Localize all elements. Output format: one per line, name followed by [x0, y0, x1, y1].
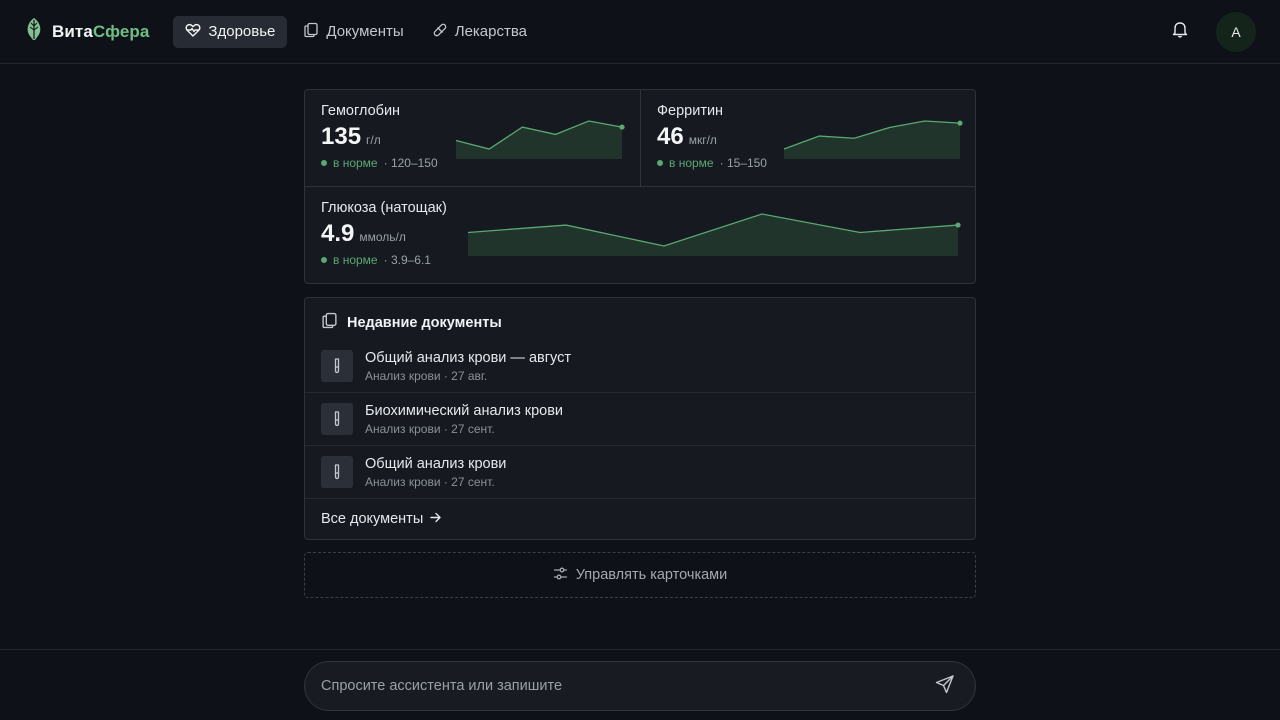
send-button[interactable]: [931, 672, 959, 700]
metric-range: · 3.9–6.1: [383, 253, 431, 267]
arrow-right-icon: [429, 511, 442, 528]
document-meta: Анализ крови · 27 авг.: [365, 368, 488, 383]
assistant-input[interactable]: [321, 678, 931, 694]
sparkline-hemoglobin: [455, 120, 625, 159]
metric-range: · 15–150: [719, 156, 767, 170]
main-nav: Здоровье Документы Лекарства: [173, 15, 539, 48]
nav-medications[interactable]: Лекарства: [420, 16, 539, 48]
metric-unit: г/л: [366, 133, 381, 147]
status-dot: [321, 257, 327, 263]
document-item[interactable]: Общий анализ крови — август Анализ крови…: [305, 340, 975, 393]
metric-value: 135: [321, 123, 362, 150]
recent-documents-card: Недавние документы Общий анализ крови — …: [304, 297, 976, 540]
metrics-row: Гемоглобин 135 г/л в норме · 120–150 Фер…: [305, 90, 975, 187]
send-icon: [935, 674, 955, 699]
sliders-icon: [553, 566, 568, 585]
nav-documents-label: Документы: [326, 23, 404, 40]
document-item[interactable]: Биохимический анализ крови Анализ крови …: [305, 393, 975, 446]
metric-status: в норме: [669, 156, 714, 170]
logo[interactable]: ВитаСфера: [24, 17, 149, 46]
all-documents-link[interactable]: Все документы: [305, 499, 975, 539]
metric-status: в норме: [333, 253, 378, 267]
document-meta: Анализ крови · 27 сент.: [365, 474, 495, 489]
nav-health[interactable]: Здоровье: [173, 15, 288, 48]
metric-hemoglobin[interactable]: Гемоглобин 135 г/л в норме · 120–150: [305, 90, 640, 186]
document-name: Общий анализ крови — август: [365, 349, 571, 366]
document-meta: Анализ крови · 27 сент.: [365, 421, 495, 436]
avatar[interactable]: А: [1216, 11, 1256, 52]
metric-status: в норме: [333, 156, 378, 170]
recent-documents-title: Недавние документы: [347, 315, 502, 331]
leaf-icon: [24, 17, 44, 46]
test-tube-icon: [321, 456, 353, 488]
metric-name: Ферритин: [657, 103, 724, 119]
status-dot: [657, 160, 663, 166]
nav-health-label: Здоровье: [208, 23, 276, 40]
metric-glucose[interactable]: Глюкоза (натощак) 4.9 ммоль/л в норме · …: [305, 187, 975, 283]
sparkline-last-point: [619, 124, 625, 130]
test-tube-icon: [321, 350, 353, 382]
sparkline-area: [468, 214, 958, 256]
bell-icon: [1171, 20, 1189, 43]
status-dot: [321, 160, 327, 166]
documents-icon: [321, 312, 338, 334]
sparkline-area: [456, 121, 622, 159]
metric-unit: мкг/л: [688, 133, 717, 147]
top-bar: ВитаСфера Здоровье Документы Лекарства А: [0, 0, 1280, 64]
logo-text: ВитаСфера: [52, 21, 150, 41]
header-actions: А: [1160, 11, 1256, 52]
pill-icon: [432, 22, 448, 42]
dashboard: Гемоглобин 135 г/л в норме · 120–150 Фер…: [304, 89, 976, 598]
metric-value: 46: [657, 123, 684, 150]
heart-pulse-icon: [185, 22, 201, 42]
documents-icon: [303, 22, 319, 42]
metric-value: 4.9: [321, 220, 355, 247]
test-tube-icon: [321, 403, 353, 435]
metric-ferritin[interactable]: Ферритин 46 мкг/л в норме · 15–150: [640, 90, 975, 186]
metric-range: · 120–150: [383, 156, 438, 170]
recent-documents-header: Недавние документы: [305, 298, 975, 340]
assistant-bar: [0, 649, 1280, 720]
metric-name: Гемоглобин: [321, 103, 401, 119]
manage-cards-label: Управлять карточками: [575, 567, 728, 583]
nav-documents[interactable]: Документы: [291, 16, 415, 48]
notifications-button[interactable]: [1160, 12, 1200, 52]
sparkline-last-point: [957, 120, 963, 126]
all-documents-label: Все документы: [321, 511, 424, 527]
document-name: Биохимический анализ крови: [365, 402, 564, 419]
manage-cards-button[interactable]: Управлять карточками: [304, 552, 976, 598]
metrics-card: Гемоглобин 135 г/л в норме · 120–150 Фер…: [304, 89, 976, 284]
document-name: Общий анализ крови: [365, 455, 507, 472]
sparkline-last-point: [955, 222, 961, 228]
metric-unit: ммоль/л: [359, 230, 406, 244]
document-item[interactable]: Общий анализ крови Анализ крови · 27 сен…: [305, 446, 975, 499]
assistant-input-wrapper: [304, 661, 976, 711]
sparkline-ferritin: [783, 120, 963, 159]
nav-medications-label: Лекарства: [454, 23, 527, 40]
sparkline-glucose: [467, 213, 961, 256]
